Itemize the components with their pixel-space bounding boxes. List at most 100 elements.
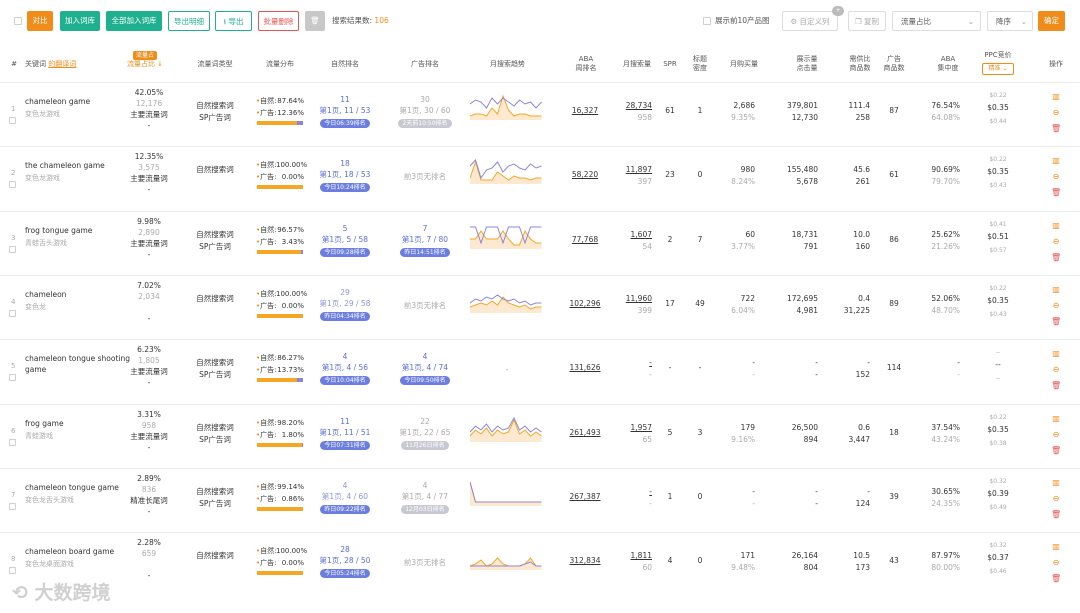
compare-button[interactable]: 对比 (27, 11, 53, 31)
table-row: 7 chameleon tongue game 变色龙舌头游戏 2.89% 83… (0, 467, 1080, 532)
chart-icon[interactable]: ▥ (1051, 91, 1061, 103)
table-row: 4 chameleon 变色龙 7.02% 2,034 - 自然搜索词 •自然:… (0, 274, 1080, 339)
supply-ratio-value: - (867, 358, 870, 368)
aba-rank[interactable]: 16,327 (565, 105, 605, 117)
row-checkbox[interactable] (9, 245, 16, 253)
monthly-search[interactable]: 11,960 (612, 293, 652, 305)
delete-icon[interactable]: 🗑 (1051, 573, 1061, 585)
ad-rank-none: 前3页无排名 (403, 300, 447, 310)
chart-icon[interactable]: ▥ (1051, 348, 1061, 360)
row-checkbox[interactable] (9, 567, 16, 575)
keyword-text[interactable]: chameleon board game (25, 546, 114, 558)
dist-ad-value: 1.80% (281, 430, 304, 439)
row-checkbox[interactable] (9, 117, 16, 124)
organic-rank-time-badge: 今日10:04排名 (320, 376, 370, 386)
header-traffic-ratio[interactable]: 流量占比 ↓ (120, 60, 170, 69)
sort-order-select[interactable]: 降序 ⌄ (987, 11, 1033, 31)
aba-rank[interactable]: 58,220 (565, 169, 605, 181)
custom-columns-button[interactable]: ⚙ 自定义列 (782, 11, 838, 31)
chart-icon[interactable]: ▥ (1051, 155, 1061, 167)
more-icon[interactable]: ⊖ (1051, 107, 1061, 119)
product-count-value: 31,225 (843, 305, 870, 315)
monthly-search[interactable]: 1,607 (612, 229, 652, 241)
copy-button[interactable]: ❐ 复制 (848, 11, 886, 31)
keyword-text[interactable]: frog game (25, 418, 64, 430)
monthly-buy: 980 (740, 165, 755, 175)
monthly-search[interactable]: 1,957 (612, 422, 652, 434)
ppc-low: $0.41 (989, 220, 1007, 228)
more-icon[interactable]: ⊖ (1051, 300, 1061, 312)
delete-icon[interactable]: 🗑 (1051, 252, 1061, 264)
custom-columns-badge: + (832, 6, 844, 16)
row-checkbox[interactable] (9, 374, 16, 382)
aba-rank[interactable]: 102,296 (565, 298, 605, 310)
keyword-text[interactable]: frog tongue game (25, 225, 92, 237)
delete-icon[interactable]: 🗑 (1051, 123, 1061, 135)
delete-icon[interactable]: 🗑 (1051, 445, 1061, 457)
more-icon[interactable]: ⊖ (1051, 493, 1061, 505)
product-count-value: 160 (855, 241, 870, 251)
more-icon[interactable]: ⊖ (1051, 557, 1061, 569)
row-checkbox[interactable] (9, 181, 16, 189)
ppc-match-select[interactable]: 精准 ⌄ (982, 63, 1014, 75)
keyword-text[interactable]: chameleon (25, 289, 66, 301)
more-icon[interactable]: ⊖ (1051, 429, 1061, 441)
add-to-lib-button[interactable]: 加入词库 (60, 11, 100, 31)
monthly-search[interactable]: 1,811 (612, 550, 652, 562)
header-ad-products: 广告 商品数 (883, 55, 905, 72)
trend-sparkline[interactable] (470, 415, 544, 443)
trash-button[interactable]: 🗑 (305, 11, 325, 31)
delete-icon[interactable]: 🗑 (1051, 187, 1061, 199)
more-icon[interactable]: ⊖ (1051, 364, 1061, 376)
aba-rank[interactable]: 267,387 (565, 491, 605, 503)
delete-icon[interactable]: 🗑 (1051, 316, 1061, 328)
ad-rank-position: 第1页, 22 / 65 (399, 427, 451, 437)
monthly-search[interactable]: 11,897 (612, 164, 652, 176)
ppc-low: -- (995, 349, 1001, 357)
show-top10-checkbox[interactable] (703, 17, 711, 25)
monthly-search[interactable]: - (612, 486, 652, 498)
header-actions: 操作 (1049, 60, 1063, 68)
monthly-search[interactable]: 28,734 (612, 100, 652, 112)
chart-icon[interactable]: ▥ (1051, 477, 1061, 489)
keyword-text[interactable]: chameleon tongue game (25, 482, 119, 494)
monthly-search-sub: 399 (637, 305, 652, 315)
row-index: 1 (11, 105, 16, 113)
aba-rank[interactable]: 131,626 (565, 362, 605, 374)
trend-sparkline[interactable] (470, 543, 544, 571)
aba-rank[interactable]: 312,834 (565, 555, 605, 567)
row-checkbox[interactable] (9, 309, 16, 317)
monthly-search[interactable]: - (612, 357, 652, 369)
monthly-buy-rate: 6.04% (731, 305, 755, 315)
aba-rank[interactable]: 261,493 (565, 427, 605, 439)
chart-icon[interactable]: ▥ (1051, 220, 1061, 232)
aba-rank[interactable]: 77,768 (565, 234, 605, 246)
trend-sparkline[interactable] (470, 93, 544, 121)
more-icon[interactable]: ⊖ (1051, 236, 1061, 248)
organic-rank-time-badge: 昨日09:22排名 (320, 504, 370, 514)
select-all-checkbox[interactable] (14, 17, 22, 25)
trend-sparkline[interactable] (470, 222, 544, 250)
confirm-button[interactable]: 确定 (1038, 11, 1065, 31)
more-icon[interactable]: ⊖ (1051, 171, 1061, 183)
trend-sparkline[interactable] (470, 479, 544, 507)
keyword-text[interactable]: chameleon game (25, 96, 90, 108)
chart-icon[interactable]: ▥ (1051, 541, 1061, 553)
trend-sparkline[interactable] (470, 157, 544, 185)
batch-delete-button[interactable]: 批量删除 (258, 11, 299, 31)
delete-icon[interactable]: 🗑 (1051, 509, 1061, 521)
ppc-high: $0.38 (989, 439, 1007, 447)
row-checkbox[interactable] (9, 438, 16, 446)
chart-icon[interactable]: ▥ (1051, 284, 1061, 296)
keyword-text[interactable]: the chameleon game (25, 160, 105, 172)
export-detail-button[interactable]: 导出明细 (168, 11, 210, 31)
delete-icon[interactable]: 🗑 (1051, 380, 1061, 392)
export-button[interactable]: ⭳ 导出 (215, 11, 252, 31)
row-checkbox[interactable] (9, 502, 16, 510)
chart-icon[interactable]: ▥ (1051, 413, 1061, 425)
sort-field-select[interactable]: 流量占比 ⌄ (892, 11, 981, 31)
trend-sparkline[interactable] (470, 286, 544, 314)
traffic-ratio-dash: - (147, 506, 151, 516)
translation-link[interactable]: 的翻译词 (48, 60, 76, 68)
add-all-to-lib-button[interactable]: 全部加入词库 (106, 11, 162, 31)
